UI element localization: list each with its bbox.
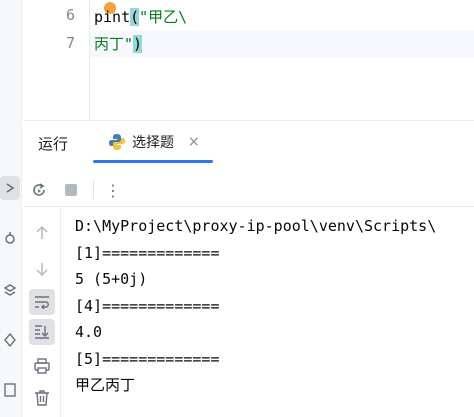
rerun-icon[interactable] — [28, 179, 50, 201]
code-line-7[interactable]: 丙丁") — [94, 31, 143, 57]
arrow-up-icon[interactable] — [29, 220, 55, 246]
gutter-divider — [89, 0, 90, 120]
run-tool-icon[interactable] — [0, 176, 20, 200]
caret-line-highlight — [90, 31, 474, 57]
paren-match: ( — [130, 8, 140, 26]
python-icon — [108, 133, 126, 151]
terminal-tool-icon[interactable] — [0, 378, 20, 402]
paren-match: ) — [133, 35, 143, 53]
console-line: D:\MyProject\proxy-ip-pool\venv\Scripts\ — [75, 217, 437, 235]
console-side-actions — [23, 208, 61, 417]
left-tool-strip — [0, 0, 22, 417]
console-line: [4]============= — [75, 296, 220, 315]
console-line: 甲乙丙丁 — [75, 376, 136, 394]
scroll-to-end-icon[interactable] — [29, 319, 55, 345]
console-line: [1]============= — [75, 243, 220, 262]
code-token: p — [94, 8, 104, 26]
more-vertical-icon[interactable]: ⋮ — [102, 179, 124, 201]
string-literal: 丙丁" — [94, 35, 134, 53]
line-number: 7 — [65, 34, 75, 52]
console-line: 4.0 — [75, 323, 103, 341]
arrow-down-icon[interactable] — [29, 256, 55, 282]
tab-run-config[interactable]: 选择题 × — [93, 125, 233, 159]
console-line: [5]============= — [75, 349, 220, 368]
run-tab-bar: 运行 选择题 × — [23, 121, 474, 166]
code-token: int — [103, 8, 131, 26]
tab-label: 选择题 — [132, 135, 174, 151]
run-tool-window: 运行 选择题 × ⋮ D:\MyProject\proxy-ip-pool\ve… — [23, 120, 474, 417]
code-line-6[interactable]: pint("甲乙\ — [94, 4, 187, 30]
toolbar-separator — [93, 181, 94, 199]
trash-icon[interactable] — [29, 385, 55, 411]
line-number: 6 — [65, 6, 75, 24]
problems-tool-icon[interactable] — [0, 328, 20, 352]
tool-window-title: 运行 — [38, 135, 69, 153]
active-tab-indicator — [93, 160, 213, 163]
code-editor[interactable]: 6 7 pint("甲乙\ 丙丁") — [23, 0, 474, 120]
string-literal: "甲乙\ — [139, 8, 188, 26]
console-output[interactable]: D:\MyProject\proxy-ip-pool\venv\Scripts\… — [75, 213, 474, 417]
print-icon[interactable] — [29, 353, 55, 379]
console-line: 5 (5+0j) — [75, 270, 148, 288]
services-tool-icon[interactable] — [0, 226, 20, 250]
run-toolbar: ⋮ — [23, 173, 474, 207]
close-icon[interactable]: × — [188, 134, 200, 150]
line-gutter: 6 7 — [23, 0, 81, 120]
layers-tool-icon[interactable] — [0, 278, 20, 302]
stop-icon[interactable] — [60, 179, 82, 201]
soft-wrap-icon[interactable] — [29, 289, 55, 315]
